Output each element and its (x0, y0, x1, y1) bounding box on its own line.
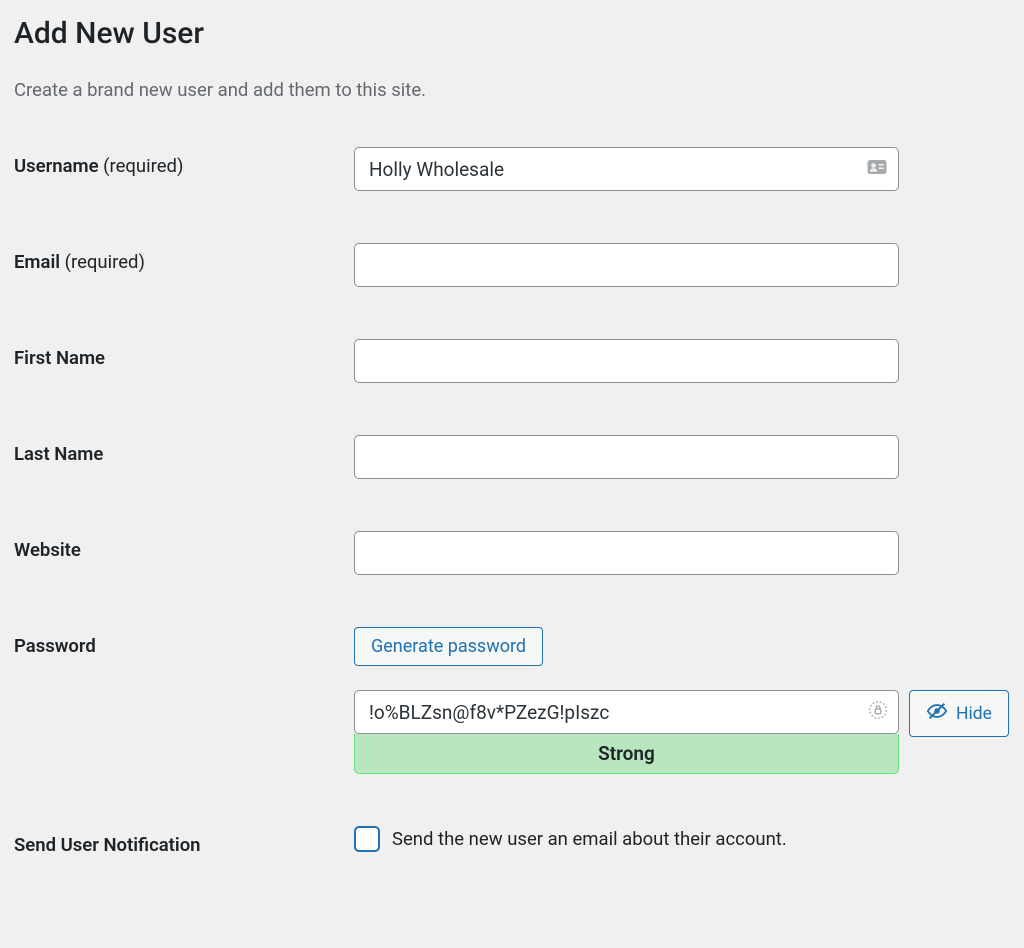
send-notification-checkbox[interactable] (354, 826, 380, 852)
page-title: Add New User (14, 16, 1010, 51)
first-name-input[interactable] (354, 339, 899, 383)
notification-label: Send User Notification (14, 834, 201, 856)
username-input[interactable] (354, 147, 899, 191)
last-name-label: Last Name (14, 443, 103, 465)
password-strength-indicator: Strong (354, 734, 899, 774)
password-label: Password (14, 635, 96, 657)
email-label: Email (required) (14, 251, 145, 273)
generate-password-button[interactable]: Generate password (354, 627, 543, 666)
first-name-label: First Name (14, 347, 105, 369)
website-label: Website (14, 539, 81, 561)
username-label: Username (required) (14, 155, 183, 177)
eye-slash-icon (926, 700, 948, 727)
password-input[interactable] (354, 690, 899, 734)
page-description: Create a brand new user and add them to … (14, 79, 1010, 101)
hide-password-button[interactable]: Hide (909, 690, 1009, 737)
email-input[interactable] (354, 243, 899, 287)
notification-checkbox-label[interactable]: Send the new user an email about their a… (392, 828, 787, 850)
last-name-input[interactable] (354, 435, 899, 479)
website-input[interactable] (354, 531, 899, 575)
